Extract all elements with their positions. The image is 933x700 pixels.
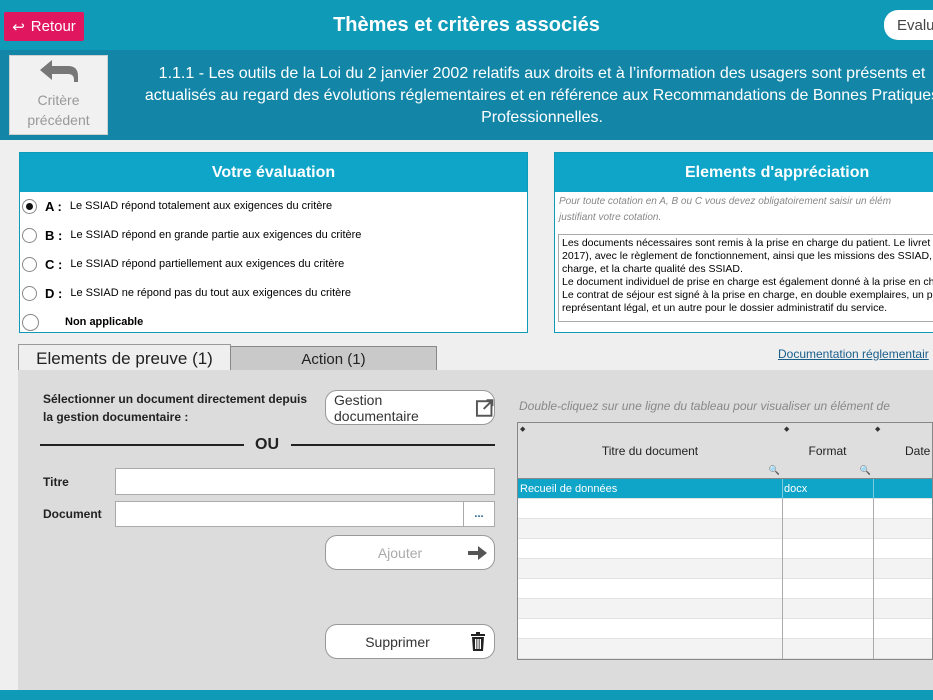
appreciation-line: Les documents nécessaires sont remis à l…: [562, 237, 931, 249]
document-management-label: Gestion documentaire: [334, 391, 419, 424]
previous-criterion-button[interactable]: Critère précédent: [9, 55, 108, 135]
divider-left: [40, 444, 244, 446]
document-label: Document: [43, 507, 102, 521]
tab-action[interactable]: Action (1): [230, 346, 437, 372]
option-c-text: Le SSIAD répond partiellement aux exigen…: [70, 258, 345, 270]
option-a-row[interactable]: A : Le SSIAD répond totalement aux exige…: [22, 195, 332, 217]
option-b-radio[interactable]: [22, 227, 37, 243]
appreciation-hint-2: justifiant votre cotation.: [559, 212, 662, 223]
appreciation-panel-title: Elements d'appréciation: [555, 153, 933, 192]
back-button-label: Retour: [30, 18, 76, 35]
external-link-icon: [475, 398, 494, 417]
sort-icon[interactable]: ◆: [520, 425, 525, 433]
page-title: Thèmes et critères associés: [333, 13, 600, 36]
title-label: Titre: [43, 475, 69, 489]
option-d-letter: D :: [45, 285, 63, 301]
title-input[interactable]: [115, 468, 495, 495]
option-na-radio[interactable]: [22, 313, 39, 331]
option-c-row[interactable]: C : Le SSIAD répond partiellement aux ex…: [22, 253, 344, 275]
documents-table[interactable]: ◆ Titre du document 🔍 ◆ Format 🔍 ◆ Date …: [517, 422, 933, 660]
cell-date: [873, 479, 932, 499]
search-icon[interactable]: 🔍: [769, 465, 780, 476]
table-row-empty: [518, 599, 932, 619]
evaluation-pill[interactable]: Evalua: [884, 10, 933, 40]
option-d-row[interactable]: D : Le SSIAD ne répond pas du tout aux e…: [22, 282, 351, 304]
appreciation-line: charge, et la charte qualité des SSIAD.: [562, 263, 743, 275]
document-input[interactable]: [115, 501, 464, 527]
appreciation-line: représentant légal, et un autre pour le …: [562, 302, 888, 314]
add-button[interactable]: Ajouter: [325, 535, 495, 570]
option-b-letter: B :: [45, 227, 63, 243]
appreciation-hint-1: Pour toute cotation en A, B ou C vous de…: [559, 196, 892, 207]
column-header-format[interactable]: ◆ Format 🔍: [782, 423, 874, 479]
bottom-strip: [0, 690, 933, 700]
select-document-text-2: la gestion documentaire :: [43, 410, 189, 424]
appreciation-line: 2017), avec le règlement de fonctionneme…: [562, 250, 933, 262]
option-b-text: Le SSIAD répond en grande partie aux exi…: [70, 229, 362, 241]
appreciation-line: Le contrat de séjour est signé à la pris…: [562, 289, 933, 301]
option-na-text: Non applicable: [65, 316, 144, 328]
column-header-format-label: Format: [808, 443, 847, 458]
option-na-row[interactable]: Non applicable: [22, 311, 143, 333]
table-row-empty: [518, 619, 932, 639]
sort-icon[interactable]: ◆: [784, 425, 789, 433]
previous-label-line1: Critère: [37, 92, 80, 108]
option-a-letter: A :: [45, 198, 62, 214]
cell-format: docx: [782, 479, 874, 499]
column-header-date-label: Date: [905, 443, 931, 458]
browse-button[interactable]: ...: [463, 501, 495, 527]
search-icon[interactable]: 🔍: [860, 465, 871, 476]
option-c-letter: C :: [45, 256, 63, 272]
option-c-radio[interactable]: [22, 256, 37, 272]
option-d-radio[interactable]: [22, 285, 37, 301]
evaluation-panel-title: Votre évaluation: [20, 153, 527, 192]
table-row-empty: [518, 559, 932, 579]
table-row-empty: [518, 579, 932, 599]
table-row-empty: [518, 639, 932, 659]
previous-label-line2: précédent: [27, 112, 90, 128]
column-header-title-label: Titre du document: [601, 443, 699, 458]
regulatory-documentation-link[interactable]: Documentation réglementair: [778, 347, 929, 361]
back-arrow-icon: [39, 60, 78, 82]
table-row[interactable]: Recueil de données docx: [518, 479, 932, 499]
delete-button-label: Supprimer: [365, 633, 430, 650]
tab-evidence[interactable]: Elements de preuve (1): [18, 344, 231, 372]
select-document-text-1: Sélectionner un document directement dep…: [43, 392, 308, 406]
option-a-radio[interactable]: [22, 198, 37, 214]
table-row-empty: [518, 499, 932, 519]
or-separator: OU: [255, 436, 279, 453]
table-row-empty: [518, 539, 932, 559]
option-d-text: Le SSIAD ne répond pas du tout aux exige…: [70, 287, 352, 299]
back-button[interactable]: ↩ Retour: [4, 12, 84, 41]
table-row-empty: [518, 519, 932, 539]
delete-button[interactable]: Supprimer: [325, 624, 495, 659]
cell-title: Recueil de données: [518, 479, 783, 499]
appreciation-line: Le document individuel de prise en charg…: [562, 276, 933, 288]
radio-selected-dot: [26, 202, 33, 210]
divider-right: [291, 444, 495, 446]
appreciation-textarea[interactable]: Les documents nécessaires sont remis à l…: [558, 234, 933, 322]
criterion-text: 1.1.1 - Les outils de la Loi du 2 janvie…: [144, 65, 933, 126]
column-header-title[interactable]: ◆ Titre du document 🔍: [518, 423, 783, 479]
trash-icon: [471, 632, 485, 651]
document-management-button[interactable]: Gestion documentaire: [325, 390, 495, 425]
sort-icon[interactable]: ◆: [875, 425, 880, 433]
arrow-right-icon: [468, 546, 487, 560]
add-button-label: Ajouter: [377, 544, 423, 561]
return-arrow-icon: ↩: [12, 18, 25, 36]
table-hint: Double-cliquez sur une ligne du tableau …: [519, 399, 890, 413]
option-b-row[interactable]: B : Le SSIAD répond en grande partie aux…: [22, 224, 361, 246]
column-header-date[interactable]: ◆ Date: [873, 423, 932, 479]
option-a-text: Le SSIAD répond totalement aux exigences…: [69, 200, 333, 212]
